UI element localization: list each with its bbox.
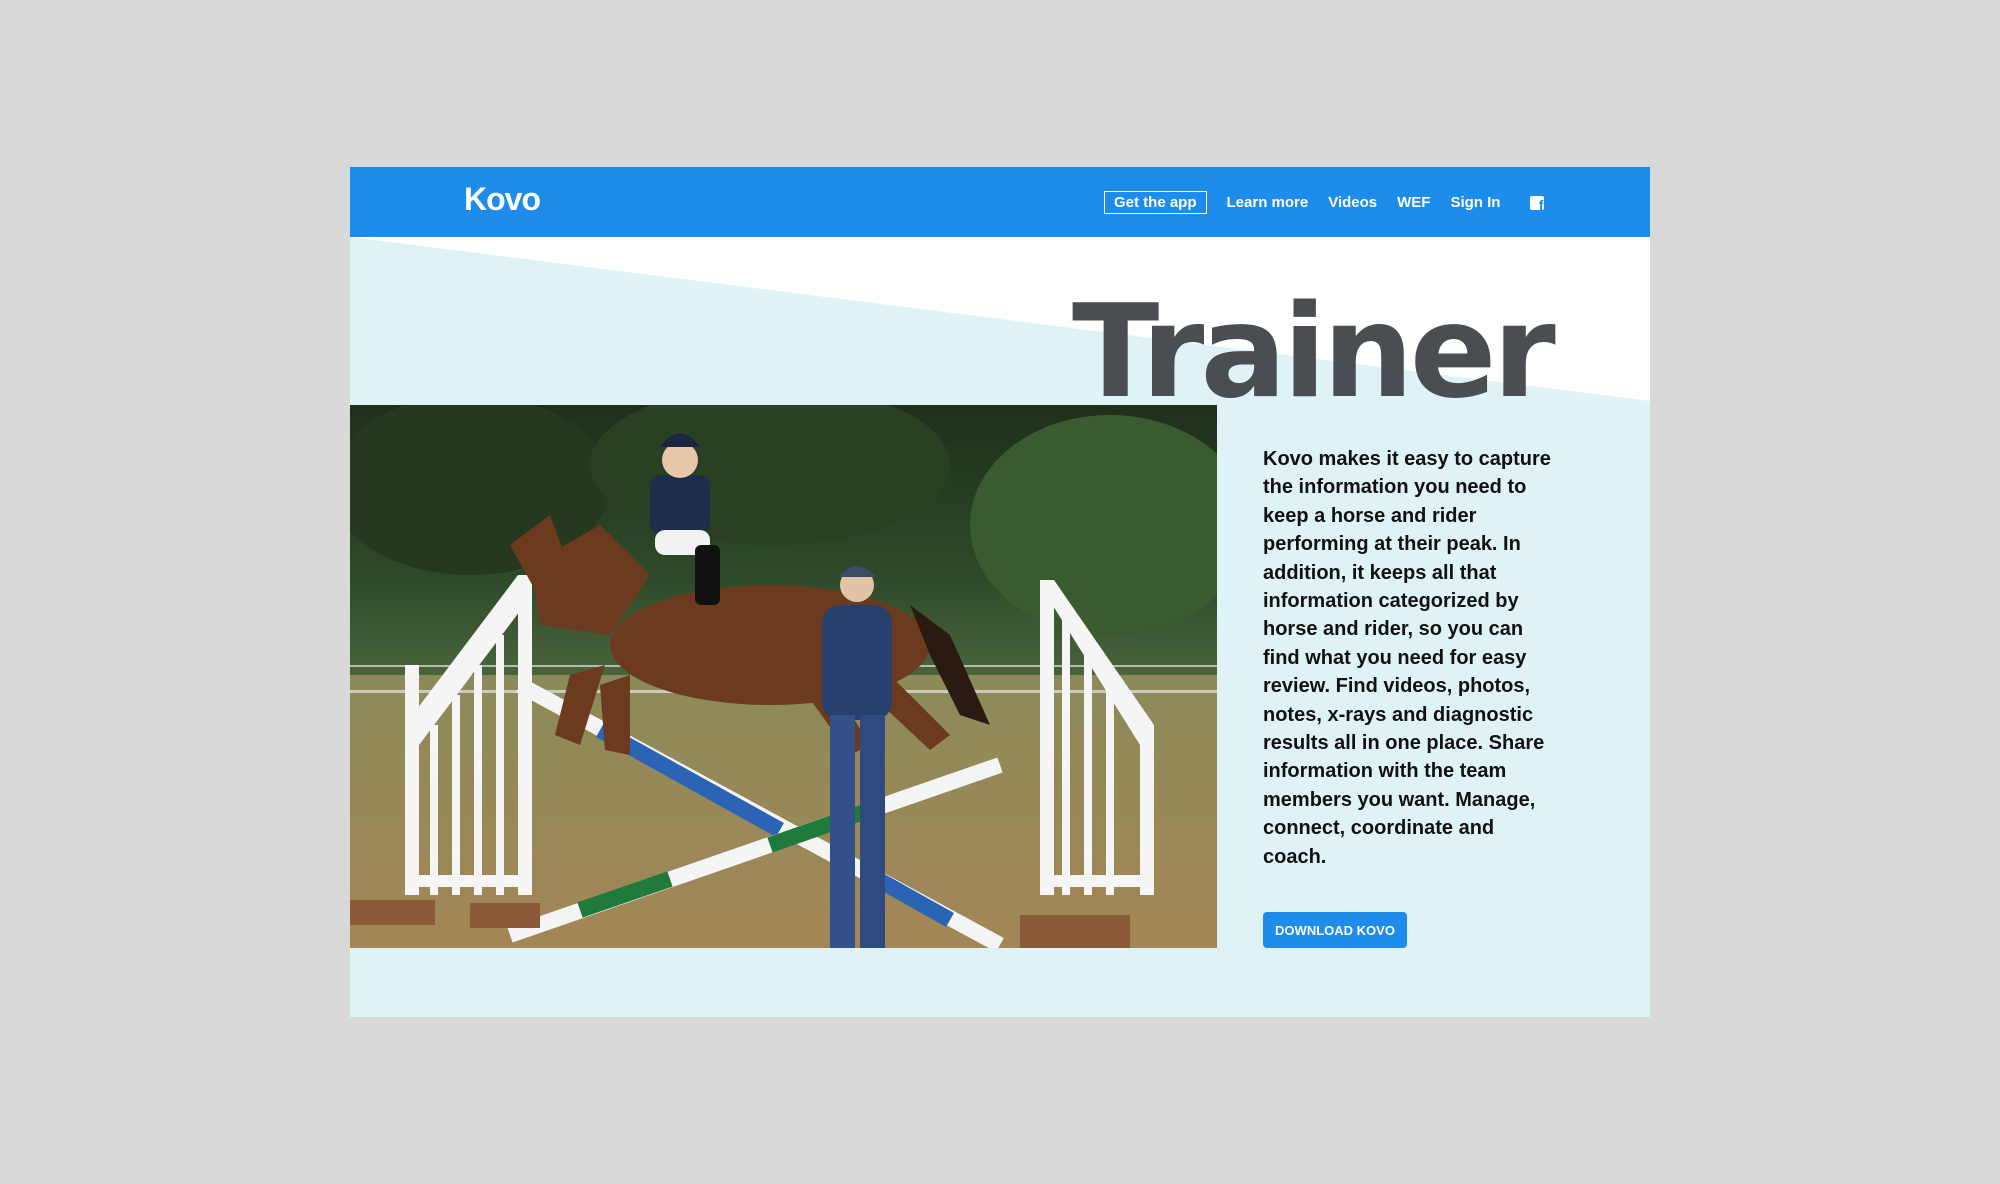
website-frame: Kovo Get the app Learn more Videos WEF S… (350, 167, 1650, 1017)
nav-learn-more[interactable]: Learn more (1227, 194, 1309, 211)
navbar: Kovo Get the app Learn more Videos WEF S… (350, 167, 1650, 237)
hero-description: Kovo makes it easy to capture the inform… (1263, 448, 1551, 868)
nav-sign-in[interactable]: Sign In (1450, 194, 1500, 211)
download-kovo-button[interactable]: DOWNLOAD KOVO (1263, 912, 1407, 948)
horse-jump-illustration (350, 405, 1217, 948)
nav-wef[interactable]: WEF (1397, 194, 1430, 211)
hero-title: Trainer (1072, 278, 1556, 427)
logo[interactable]: Kovo (464, 181, 541, 218)
facebook-icon[interactable]: f (1530, 195, 1545, 212)
nav-get-the-app[interactable]: Get the app (1104, 191, 1207, 214)
nav-menu: Get the app Learn more Videos WEF Sign I… (1104, 191, 1545, 214)
nav-videos[interactable]: Videos (1328, 194, 1377, 211)
hero-photo (350, 405, 1217, 948)
